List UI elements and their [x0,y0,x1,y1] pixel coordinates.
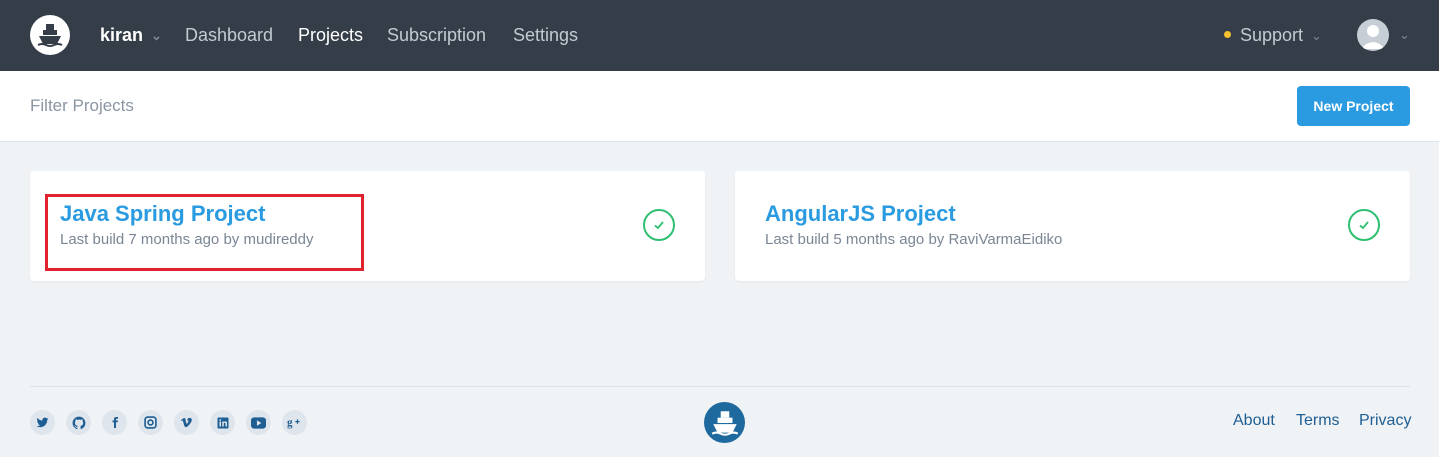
success-check-icon [643,209,675,241]
vimeo-icon[interactable] [174,410,199,435]
nav-subscription[interactable]: Subscription [387,0,486,71]
footer-divider [30,386,1410,387]
support-menu[interactable]: Support ⌄ [1224,0,1322,71]
ship-logo-icon[interactable] [704,402,745,443]
new-project-button[interactable]: New Project [1297,86,1410,126]
google-plus-icon[interactable]: g [282,410,307,435]
user-menu[interactable]: kiran ⌄ [100,0,162,71]
footer-link-privacy[interactable]: Privacy [1359,412,1411,430]
project-meta: Last build 5 months ago by RaviVarmaEidi… [765,231,1063,248]
chevron-down-icon: ⌄ [1311,28,1322,44]
filter-bar [0,71,1439,142]
linkedin-icon[interactable] [210,410,235,435]
chevron-down-icon[interactable]: ⌄ [1399,0,1410,71]
support-label: Support [1240,25,1304,45]
project-card[interactable]: AngularJS Project Last build 5 months ag… [735,171,1410,281]
github-icon[interactable] [66,410,91,435]
nav-settings[interactable]: Settings [513,0,578,71]
footer-link-terms[interactable]: Terms [1296,412,1340,430]
project-title[interactable]: AngularJS Project [765,201,956,227]
facebook-icon[interactable] [102,410,127,435]
user-name: kiran [100,25,144,45]
twitter-icon[interactable] [30,410,55,435]
youtube-icon[interactable] [246,410,271,435]
nav-dashboard[interactable]: Dashboard [185,0,273,71]
instagram-icon[interactable] [138,410,163,435]
filter-projects-input[interactable] [30,90,630,122]
avatar[interactable] [1357,19,1389,51]
footer-link-about[interactable]: About [1233,412,1275,430]
chevron-down-icon: ⌄ [151,28,162,44]
svg-text:g: g [287,417,293,429]
nav-projects[interactable]: Projects [298,0,363,71]
ship-logo-icon[interactable] [30,15,70,55]
highlight-annotation [45,194,364,271]
status-dot-icon [1224,30,1231,38]
success-check-icon [1348,209,1380,241]
top-nav: kiran ⌄ Dashboard Projects Subscription S… [0,0,1439,71]
